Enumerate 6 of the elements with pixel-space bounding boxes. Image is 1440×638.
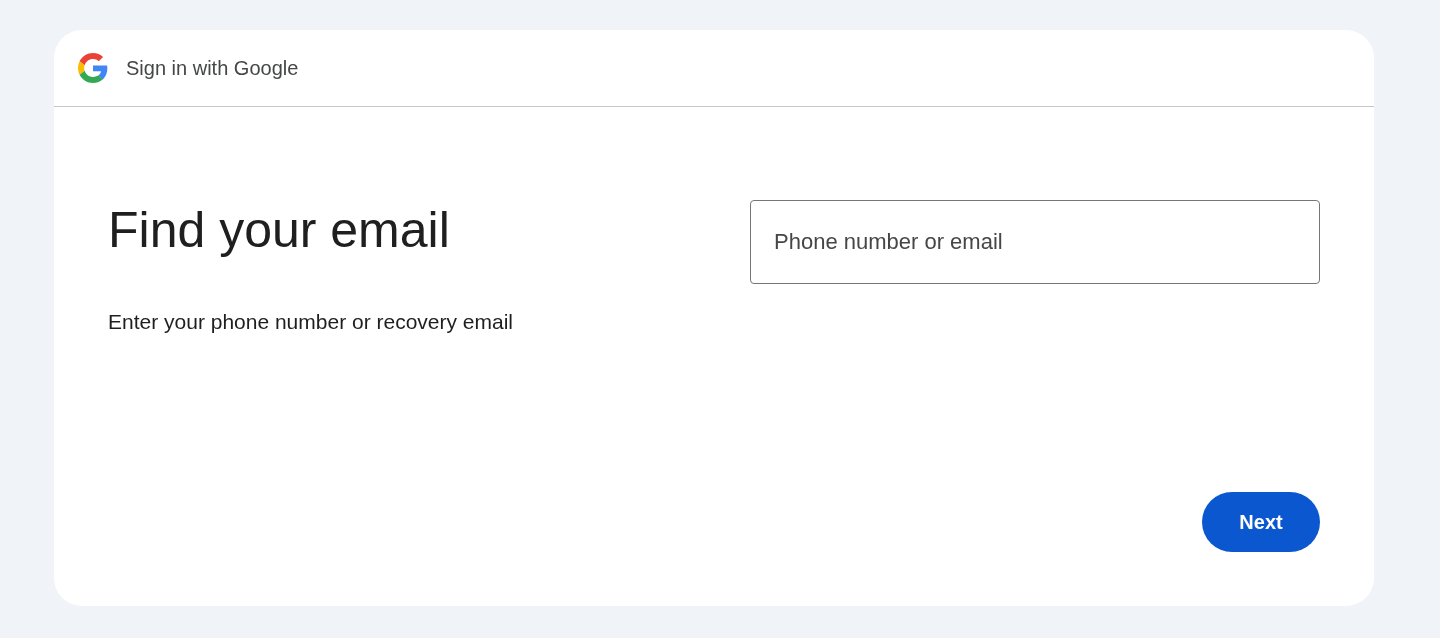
input-field[interactable]: Phone number or email <box>750 200 1320 284</box>
page-heading: Find your email <box>108 201 451 260</box>
header-title: Sign in with Google <box>126 56 299 81</box>
g-logo-icon <box>78 53 108 83</box>
next-button[interactable]: Next <box>1202 492 1320 552</box>
subtitle: Enter your phone number or recovery email <box>108 309 514 335</box>
